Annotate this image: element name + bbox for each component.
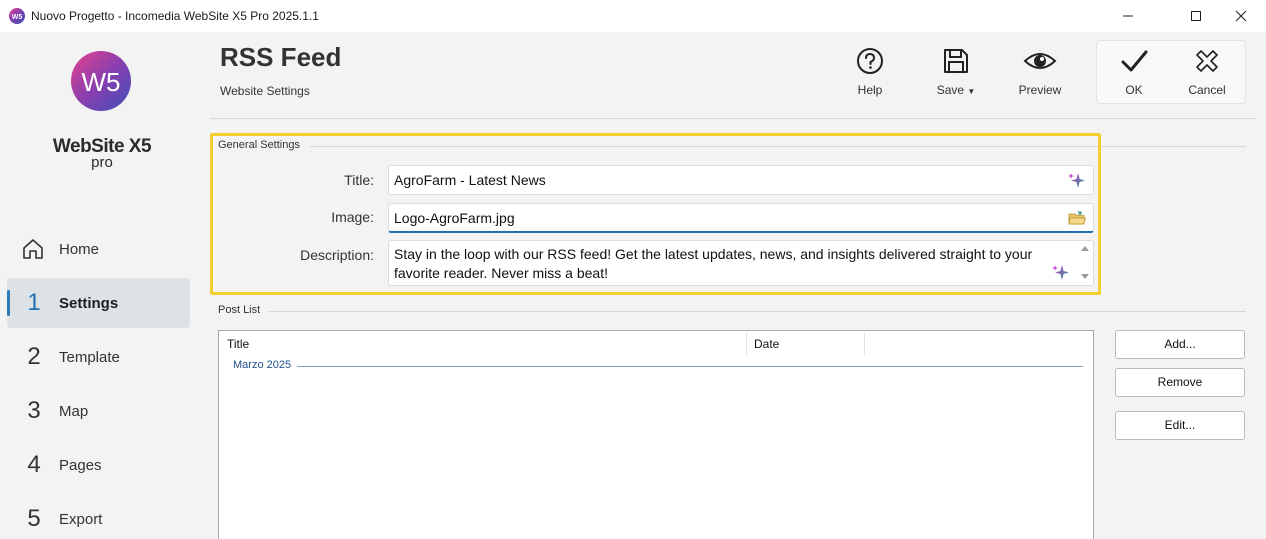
cancel-button[interactable]: Cancel	[1172, 46, 1242, 106]
sidebar-item-label: Template	[59, 348, 120, 366]
sidebar-item-template[interactable]: 2 Template	[7, 332, 190, 382]
list-group-line	[297, 366, 1083, 367]
remove-post-button[interactable]: Remove	[1115, 368, 1245, 397]
close-window-button[interactable]	[1218, 0, 1264, 32]
step-number: 2	[27, 343, 41, 370]
sidebar-item-label: Pages	[59, 456, 102, 474]
logo-mark-icon: W5	[71, 51, 131, 111]
help-button[interactable]: Help	[835, 46, 905, 106]
cancel-x-icon	[1196, 50, 1218, 72]
ok-button[interactable]: OK	[1099, 46, 1169, 106]
save-icon	[944, 49, 968, 73]
sidebar-item-settings[interactable]: 1 Settings	[7, 278, 190, 328]
close-icon	[1235, 10, 1247, 22]
app-icon: W5	[9, 8, 25, 24]
minimize-icon	[1123, 15, 1133, 17]
ok-label: OK	[1125, 83, 1143, 97]
column-separator[interactable]	[864, 333, 865, 355]
list-group-header[interactable]: Marzo 2025	[233, 359, 291, 371]
breadcrumb: Website Settings	[220, 84, 310, 98]
step-number: 4	[27, 451, 41, 478]
maximize-button[interactable]	[1173, 0, 1219, 32]
window-title: Nuovo Progetto - Incomedia WebSite X5 Pr…	[31, 9, 319, 23]
svg-text:W5: W5	[82, 67, 121, 97]
sidebar-item-label: Map	[59, 402, 89, 420]
sidebar-item-pages[interactable]: 4 Pages	[7, 440, 190, 490]
group-divider	[268, 311, 1246, 312]
maximize-icon	[1191, 11, 1201, 21]
svg-text:W5: W5	[12, 14, 23, 21]
step-number: 5	[27, 505, 41, 532]
sidebar-item-map[interactable]: 3 Map	[7, 386, 190, 436]
sidebar-item-export[interactable]: 5 Export	[7, 494, 190, 539]
column-header-title[interactable]: Title	[219, 331, 746, 357]
general-settings-highlight	[210, 133, 1101, 295]
checkmark-icon	[1121, 50, 1148, 72]
step-number: 1	[27, 289, 41, 316]
page-title: RSS Feed	[220, 42, 342, 72]
active-indicator	[7, 290, 10, 316]
product-logo: W5 WebSite X5 pro	[50, 50, 154, 171]
minimize-button[interactable]	[1105, 0, 1151, 32]
header-divider	[210, 118, 1256, 119]
logo-edition-text: pro	[91, 154, 113, 171]
step-number: 3	[27, 397, 41, 424]
preview-label: Preview	[1018, 83, 1062, 97]
post-list-legend: Post List	[218, 304, 261, 316]
help-label: Help	[857, 83, 883, 97]
eye-icon	[1023, 53, 1057, 69]
main-panel: RSS Feed Website Settings Help Save ▼ Pr…	[200, 32, 1266, 539]
sidebar-item-home[interactable]: Home	[7, 224, 190, 274]
chevron-down-icon: ▼	[967, 87, 976, 96]
save-label: Save ▼	[936, 83, 976, 97]
sidebar-item-label: Export	[59, 510, 103, 528]
sidebar-item-label: Home	[59, 240, 100, 258]
cancel-label: Cancel	[1188, 83, 1226, 97]
home-icon	[23, 239, 43, 259]
edit-post-button[interactable]: Edit...	[1115, 411, 1245, 440]
help-icon	[857, 48, 883, 74]
title-bar: W5 Nuovo Progetto - Incomedia WebSite X5…	[0, 0, 1266, 32]
post-list[interactable]: Title Date Marzo 2025	[218, 330, 1094, 539]
sidebar: W5 WebSite X5 pro Home 1 Settings 2 Temp…	[0, 32, 200, 539]
preview-button[interactable]: Preview	[1005, 46, 1075, 106]
save-button[interactable]: Save ▼	[921, 46, 991, 106]
column-header-date[interactable]: Date	[746, 331, 864, 357]
sidebar-item-label: Settings	[59, 294, 119, 312]
add-post-button[interactable]: Add...	[1115, 330, 1245, 359]
